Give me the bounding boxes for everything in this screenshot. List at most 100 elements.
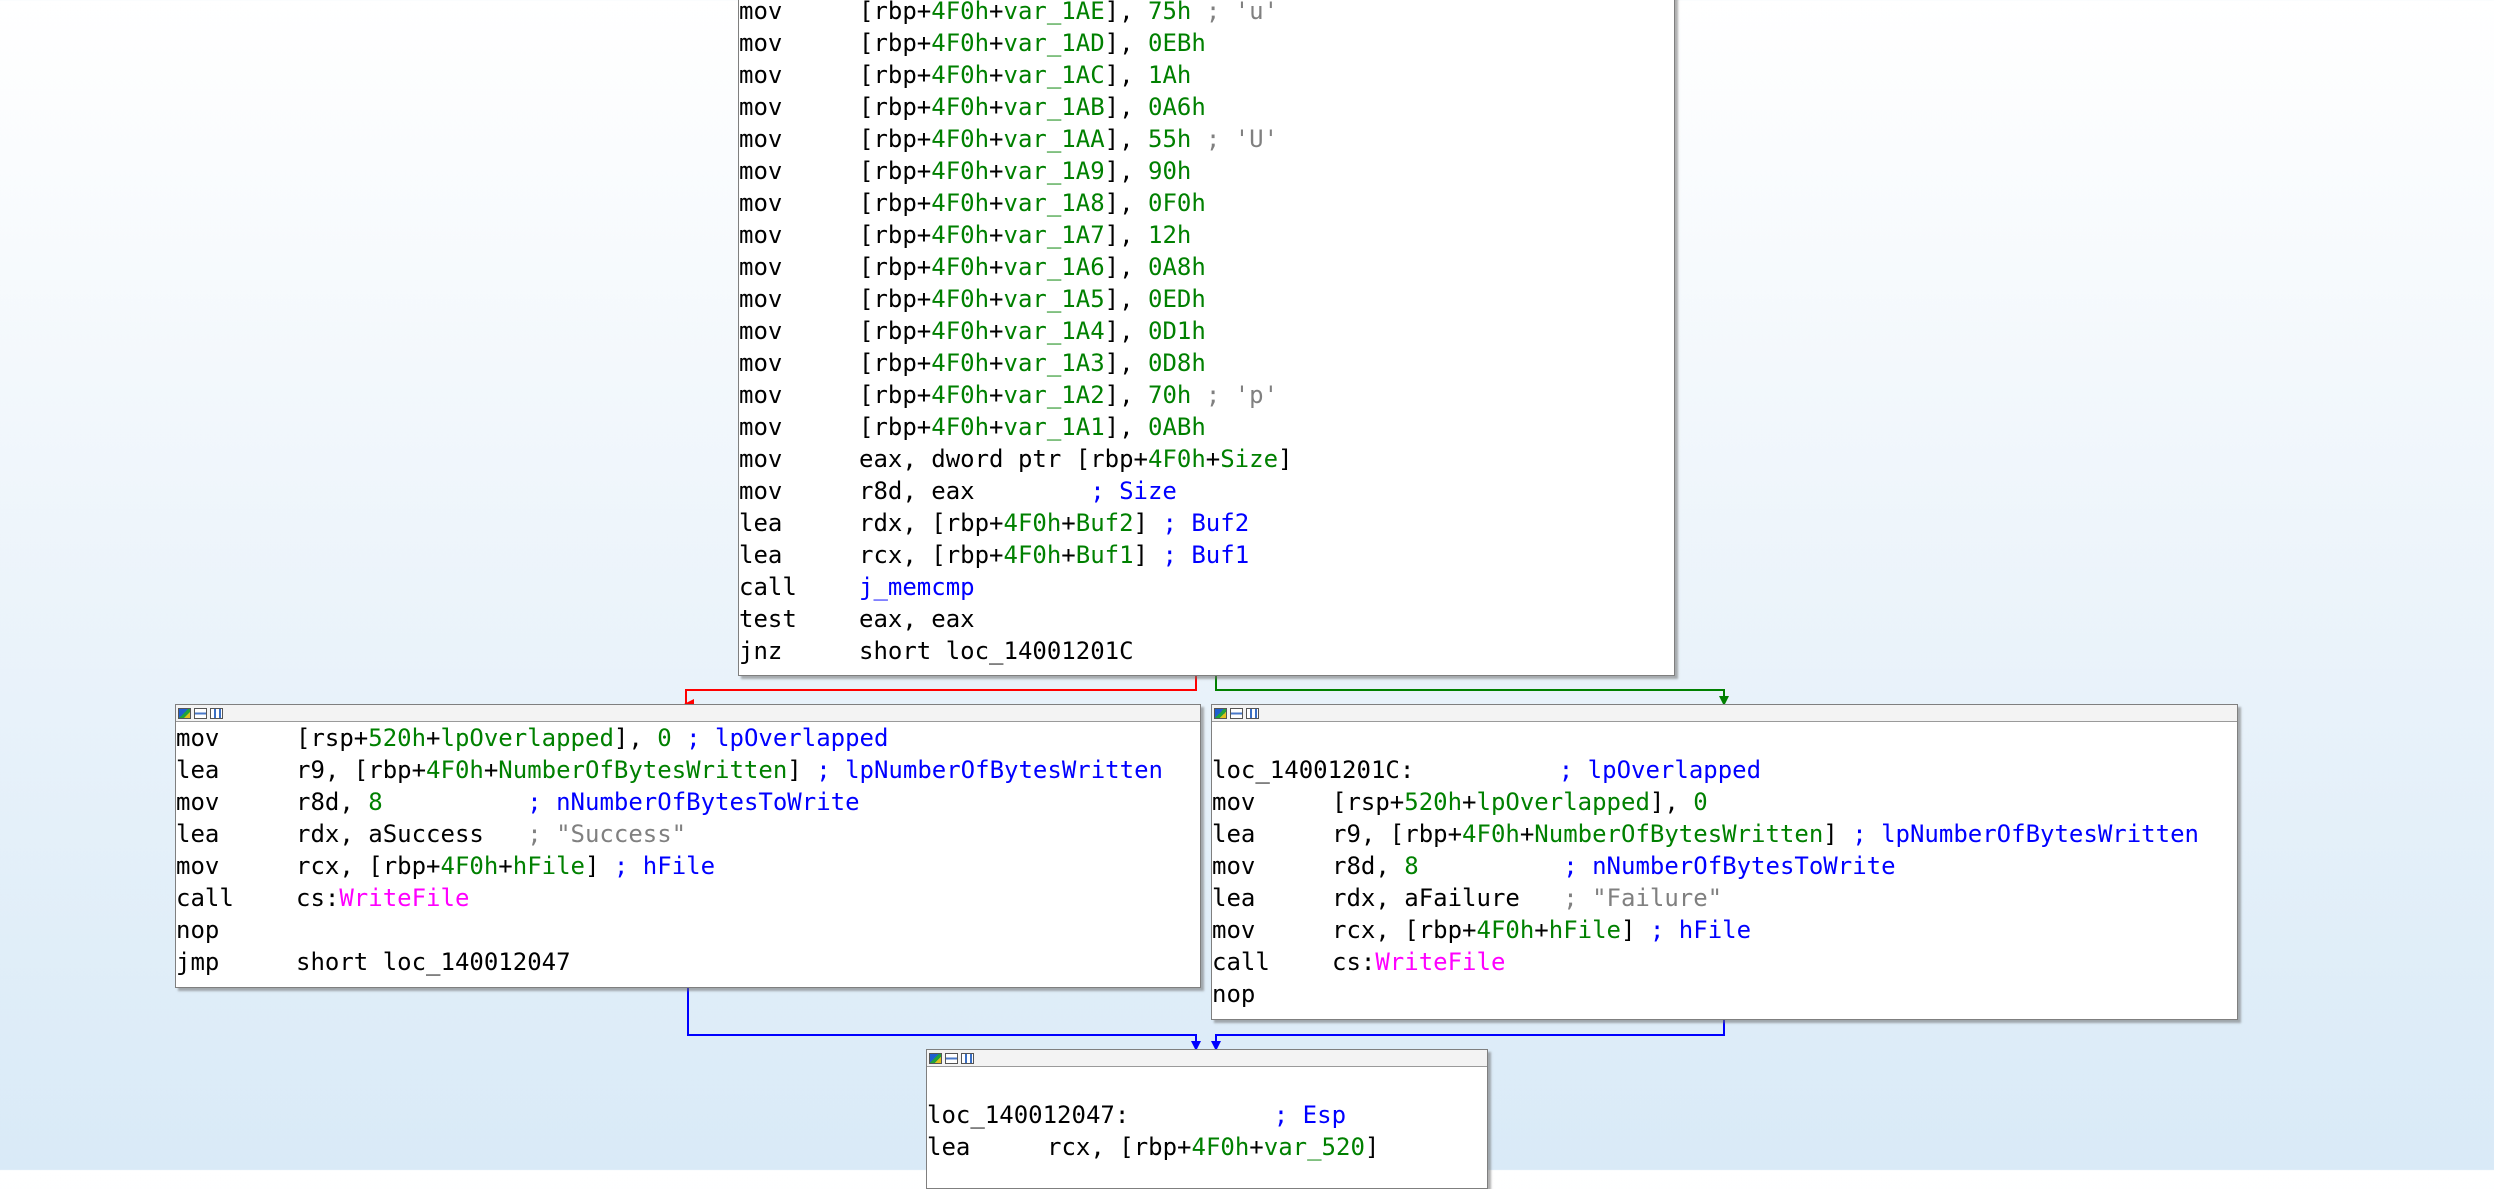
operand[interactable]: var_1A8 [1004, 189, 1105, 217]
mnemonic[interactable]: lea [739, 539, 859, 571]
operand[interactable]: NumberOfBytesWritten [1534, 820, 1823, 848]
operand[interactable]: short loc_140012047 [296, 948, 571, 976]
mnemonic[interactable]: call [1212, 946, 1332, 978]
operand[interactable]: 0F0h [1148, 189, 1206, 217]
operand[interactable]: j_memcmp [859, 573, 975, 601]
code-line[interactable]: mov rcx, [rbp+4F0h+hFile] ; hFile [176, 850, 1200, 882]
operand[interactable]: 520h [368, 724, 426, 752]
code-line[interactable]: mov [rbp+4F0h+var_1A8], 0F0h [739, 187, 1674, 219]
operand[interactable]: var_1AC [1004, 61, 1105, 89]
mnemonic[interactable]: mov [739, 187, 859, 219]
operand[interactable]: var_1AD [1004, 29, 1105, 57]
operand[interactable]: var_1A9 [1004, 157, 1105, 185]
mnemonic[interactable]: lea [739, 507, 859, 539]
code-line[interactable]: mov [rbp+4F0h+var_1AB], 0A6h [739, 91, 1674, 123]
operand[interactable]: [rbp+ [859, 29, 931, 57]
operand[interactable]: 0D1h [1148, 317, 1206, 345]
comment[interactable]: ; lpOverlapped [686, 724, 888, 752]
mnemonic[interactable]: lea [927, 1131, 1047, 1163]
operand[interactable]: + [989, 221, 1003, 249]
operand[interactable]: 0ABh [1148, 413, 1206, 441]
mnemonic[interactable]: mov [1212, 914, 1332, 946]
mnemonic[interactable]: lea [1212, 882, 1332, 914]
operand[interactable]: ], [1105, 93, 1148, 121]
operand[interactable]: [rbp+ [859, 125, 931, 153]
operand[interactable]: r8d, eax [859, 477, 1090, 505]
operand[interactable]: cs: [1332, 948, 1375, 976]
operand[interactable]: var_1AB [1004, 93, 1105, 121]
operand[interactable]: 0D8h [1148, 349, 1206, 377]
code-label-line[interactable]: loc_14001201C: ; lpOverlapped [1212, 754, 2237, 786]
operand[interactable]: 4F0h [931, 221, 989, 249]
operand[interactable]: var_1A4 [1004, 317, 1105, 345]
operand[interactable]: + [989, 413, 1003, 441]
graph-icon[interactable] [194, 707, 207, 719]
operand[interactable]: + [989, 29, 1003, 57]
operand[interactable]: + [989, 349, 1003, 377]
operand[interactable]: rcx, [rbp+ [1332, 916, 1477, 944]
code-line[interactable]: nop [1212, 978, 2237, 1010]
operand[interactable]: Buf1 [1076, 541, 1134, 569]
mnemonic[interactable]: jmp [176, 946, 296, 978]
operand[interactable]: [rbp+ [859, 0, 931, 25]
graph-icon[interactable] [945, 1052, 958, 1064]
code-line[interactable]: call j_memcmp [739, 571, 1674, 603]
operand[interactable]: [rbp+ [859, 413, 931, 441]
code-line[interactable]: lea rdx, aFailure ; "Failure" [1212, 882, 2237, 914]
comment[interactable]: ; Buf1 [1162, 541, 1249, 569]
code-line[interactable]: mov [rbp+4F0h+var_1AA], 55h ; 'U' [739, 123, 1674, 155]
mnemonic[interactable]: mov [739, 347, 859, 379]
operand[interactable]: ], [1105, 0, 1148, 25]
operand[interactable]: ], [1105, 157, 1148, 185]
operand[interactable]: short loc_14001201C [859, 637, 1134, 665]
operand[interactable]: 4F0h [931, 381, 989, 409]
operand[interactable]: + [989, 125, 1003, 153]
mnemonic[interactable]: mov [739, 155, 859, 187]
operand[interactable]: + [989, 93, 1003, 121]
operand[interactable]: ] [1278, 445, 1292, 473]
operand[interactable]: var_1A7 [1004, 221, 1105, 249]
operand[interactable]: rdx, [rbp+ [859, 509, 1004, 537]
mnemonic[interactable]: mov [739, 27, 859, 59]
code-line[interactable] [1212, 722, 2237, 754]
operand[interactable]: 4F0h [931, 285, 989, 313]
comment[interactable]: ; Size [1090, 477, 1177, 505]
operand[interactable]: ] [1621, 916, 1650, 944]
operand[interactable]: + [989, 317, 1003, 345]
code-line[interactable]: mov [rbp+4F0h+var_1AE], 75h ; 'u' [739, 0, 1674, 27]
operand[interactable]: var_1AE [1004, 0, 1105, 25]
color-icon[interactable] [929, 1052, 942, 1064]
code-block-end[interactable]: loc_140012047: ; Esp lea rcx, [rbp+4F0h+va… [926, 1049, 1488, 1189]
operand[interactable]: ] [787, 756, 816, 784]
mnemonic[interactable]: nop [1212, 978, 1332, 1010]
comment[interactable]: ; 'u' [1191, 0, 1278, 25]
comment[interactable]: ; lpNumberOfBytesWritten [816, 756, 1163, 784]
operand[interactable]: r9, [rbp+ [296, 756, 426, 784]
operand[interactable]: 4F0h [931, 349, 989, 377]
code-line[interactable]: call cs:WriteFile [176, 882, 1200, 914]
operand[interactable] [1419, 852, 1564, 880]
operand[interactable]: [rsp+ [296, 724, 368, 752]
operand[interactable]: ] [1134, 509, 1163, 537]
operand[interactable]: WriteFile [339, 884, 469, 912]
comment[interactable]: ; lpOverlapped [1559, 756, 1761, 784]
code-line[interactable]: mov [rbp+4F0h+var_1A4], 0D1h [739, 315, 1674, 347]
code-line[interactable]: test eax, eax [739, 603, 1674, 635]
operand[interactable]: + [1061, 509, 1075, 537]
code-line[interactable]: lea rcx, [rbp+4F0h+var_520] [927, 1131, 1487, 1163]
operand[interactable]: + [484, 756, 498, 784]
comment[interactable]: ; hFile [1650, 916, 1751, 944]
code-line[interactable]: mov [rbp+4F0h+var_1AD], 0EBh [739, 27, 1674, 59]
mnemonic[interactable]: jnz [739, 635, 859, 667]
comment[interactable]: ; 'p' [1191, 381, 1278, 409]
operand[interactable]: 4F0h [931, 125, 989, 153]
code-line[interactable]: mov r8d, 8 ; nNumberOfBytesToWrite [1212, 850, 2237, 882]
mnemonic[interactable]: test [739, 603, 859, 635]
operand[interactable]: [rbp+ [859, 317, 931, 345]
operand[interactable]: hFile [513, 852, 585, 880]
operand[interactable]: var_1AA [1004, 125, 1105, 153]
code-line[interactable]: lea r9, [rbp+4F0h+NumberOfBytesWritten] ;… [1212, 818, 2237, 850]
code-line[interactable]: mov rcx, [rbp+4F0h+hFile] ; hFile [1212, 914, 2237, 946]
code-line[interactable]: mov [rsp+520h+lpOverlapped], 0 [1212, 786, 2237, 818]
operand[interactable]: 0 [1693, 788, 1707, 816]
